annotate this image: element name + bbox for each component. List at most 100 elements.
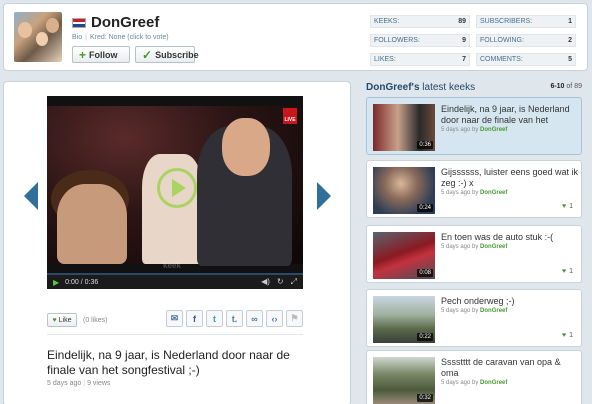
keek-likes-count: 1 [569,332,573,339]
stat-value: 1 [568,18,572,25]
heart-icon: ♥ [561,203,567,210]
sidebar-title-rest: latest keeks [422,82,476,93]
keek-title[interactable]: En toen was de auto stuk :-( [441,232,579,243]
keek-date: 5 days ago [441,127,471,133]
keek-thumbnail[interactable]: 0:08 [373,232,435,279]
keek-by: by [472,127,479,133]
likes-count: (0 likes) [83,317,108,324]
stat-value: 89 [458,18,466,25]
stat-keeks[interactable]: KEEKS: 89 [370,15,470,28]
profile-username[interactable]: DonGreef [91,14,159,31]
keek-date: 5 days ago [441,380,471,386]
follow-label: Follow [89,49,118,60]
volume-icon[interactable]: ◀) [261,277,270,287]
keek-thumbnail[interactable]: 0:32 [373,357,435,404]
keek-author[interactable]: DonGreef [480,380,507,386]
kred-link[interactable]: Kred: None (click to vote) [90,34,169,41]
player-card: keek LIVE ▶ 0:00 / 0:36 ◀) ↻ ⤢ ♥ Like (0… [3,81,351,404]
video-views: 9 views [87,380,111,387]
range-of: of [566,83,573,90]
keek-title[interactable]: Pech onderweg ;-) [441,296,579,307]
subscribe-button[interactable]: ✓ Subscribe [135,46,199,63]
stat-value: 9 [462,37,466,44]
keek-date: 5 days ago [441,244,471,250]
keek-list-item[interactable]: 0:32 Sssstttt de caravan van opa & oma 5… [366,350,582,404]
keek-meta: 5 days ago by DonGreef [441,380,507,386]
keek-by: by [472,244,479,250]
keek-list-item[interactable]: 0:22 Pech onderweg ;-) 5 days ago by Don… [366,289,582,347]
keek-author[interactable]: DonGreef [480,244,507,250]
stat-label: COMMENTS: [480,56,523,63]
keek-meta: 5 days ago by DonGreef [441,308,507,314]
heart-icon: ♥ [561,268,567,275]
plus-icon: + [79,47,87,62]
keek-list-item[interactable]: 0:36 Eindelijk, na 9 jaar, is Nederland … [366,97,582,155]
stat-value: 2 [568,37,572,44]
link-icon[interactable]: ∞ [246,310,263,327]
avatar[interactable] [14,12,62,62]
keek-date: 5 days ago [441,308,471,314]
sidebar-title-user[interactable]: DonGreef's [366,82,420,93]
live-badge: LIVE [283,108,297,124]
keek-title[interactable]: Eindelijk, na 9 jaar, is Nederland door … [441,104,579,126]
stat-following[interactable]: FOLLOWING: 2 [476,34,576,47]
video-date: 5 days ago [47,380,82,387]
embed-icon[interactable]: ‹› [266,310,283,327]
keek-likes: ♥ 1 [562,268,573,275]
follow-button[interactable]: + Follow [72,46,130,63]
keek-meta: 5 days ago by DonGreef [441,244,507,250]
keek-duration: 0:24 [417,204,433,212]
video-meta: 5 days ago | 9 views [47,380,111,387]
facebook-icon[interactable]: f [186,310,203,327]
keek-by: by [472,380,479,386]
stat-label: FOLLOWERS: [374,37,420,44]
keek-list-item[interactable]: 0:24 Gijssssss, luister eens goed wat ik… [366,160,582,218]
like-button[interactable]: ♥ Like [47,313,77,327]
keek-by: by [472,190,479,196]
fullscreen-icon[interactable]: ⤢ [291,277,297,287]
profile-meta: Bio | Kred: None (click to vote) [72,34,169,41]
keek-likes: ♥ 1 [562,332,573,339]
profile-header: DonGreef Bio | Kred: None (click to vote) … [3,3,588,71]
email-icon[interactable]: ✉ [166,310,183,327]
keek-thumbnail[interactable]: 0:22 [373,296,435,343]
keek-thumbnail[interactable]: 0:36 [373,104,435,151]
keek-duration: 0:32 [417,394,433,402]
video-actions: ♥ Like (0 likes) ✉ f t t. ∞ ‹› ⚑ [47,310,303,330]
keek-thumbnail[interactable]: 0:24 [373,167,435,214]
stat-value: 7 [462,56,466,63]
keek-title[interactable]: Gijssssss, luister eens goed wat ik zeg … [441,167,579,189]
play-icon[interactable]: ▶ [53,278,59,287]
stat-likes[interactable]: LIKES: 7 [370,53,470,66]
keek-author[interactable]: DonGreef [480,190,507,196]
keek-likes: ♥ 1 [562,203,573,210]
next-arrow-icon[interactable] [317,182,331,210]
video-title: Eindelijk, na 9 jaar, is Nederland door … [47,348,290,377]
keek-list-item[interactable]: 0:08 En toen was de auto stuk :-( 5 days… [366,225,582,283]
netherlands-flag-icon [72,18,86,28]
keek-title[interactable]: Sssstttt de caravan van opa & oma [441,357,579,379]
keek-meta: 5 days ago by DonGreef [441,127,507,133]
keek-author[interactable]: DonGreef [480,308,507,314]
video-time: 0:00 / 0:36 [65,278,99,286]
keek-author[interactable]: DonGreef [480,127,507,133]
subscribe-label: Subscribe [155,49,199,60]
video-controls: ▶ 0:00 / 0:36 ◀) ↻ ⤢ [47,273,303,289]
flag-icon[interactable]: ⚑ [286,310,303,327]
keek-by: by [472,308,479,314]
keek-date: 5 days ago [441,190,471,196]
keek-meta: 5 days ago by DonGreef [441,190,507,196]
stat-comments[interactable]: COMMENTS: 5 [476,53,576,66]
like-label: Like [58,316,72,324]
previous-arrow-icon[interactable] [24,182,38,210]
keek-duration: 0:08 [417,269,433,277]
divider [47,334,303,335]
tumblr-icon[interactable]: t. [226,310,243,327]
stat-followers[interactable]: FOLLOWERS: 9 [370,34,470,47]
video-player[interactable]: keek LIVE ▶ 0:00 / 0:36 ◀) ↻ ⤢ [47,96,303,289]
watermark: keek [163,261,181,270]
stat-subscribers[interactable]: SUBSCRIBERS: 1 [476,15,576,28]
twitter-icon[interactable]: t [206,310,223,327]
replay-icon[interactable]: ↻ [277,277,284,287]
bio-link[interactable]: Bio [72,34,82,41]
